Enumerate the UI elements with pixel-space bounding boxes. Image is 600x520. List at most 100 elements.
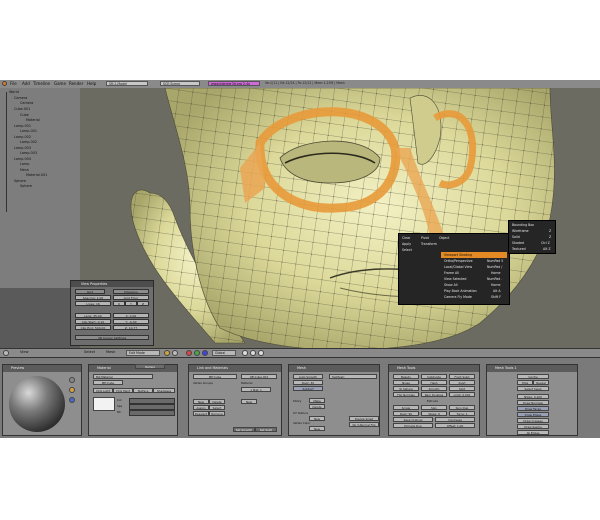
menu-render[interactable]: Render [69, 81, 83, 86]
screen-selector[interactable]: SR:2-Model [106, 81, 148, 86]
outliner-item[interactable]: Camera [20, 101, 33, 105]
menu-item-label[interactable]: Play Back Animation [444, 289, 477, 293]
vcol-paint-toggle[interactable]: VCol Paint [113, 388, 133, 393]
noise-button[interactable]: Noise [393, 380, 419, 385]
axis-x-toggle[interactable]: X [113, 301, 125, 306]
clockwise-toggle[interactable]: Clockwise [435, 417, 475, 422]
mat-new-button[interactable]: New [241, 399, 257, 404]
submenu-item[interactable]: Solid [512, 235, 520, 239]
keep-original-toggle[interactable]: Keep Original [393, 417, 433, 422]
view3d-icon[interactable] [3, 350, 9, 356]
lens-field[interactable]: Lens: 35.00 [75, 313, 111, 318]
outliner-item[interactable]: Sphere [20, 184, 32, 188]
menu-item-label[interactable]: Show All [444, 283, 458, 287]
submenu-item[interactable]: Wireframe [512, 229, 529, 233]
menu-item-label[interactable]: Ortho/Perspective [444, 259, 473, 263]
select-swap-button[interactable]: Select Swap [517, 386, 549, 391]
vg-delete-button[interactable]: Delete [209, 399, 225, 404]
steps-field[interactable]: Steps: 9 [421, 411, 447, 416]
draw-faces-toggle[interactable]: Draw Faces [517, 406, 549, 411]
cursor-y-field[interactable]: Y: -0.40 [113, 319, 149, 324]
orientation-selector[interactable]: Global [212, 350, 236, 356]
sticky-delete-button[interactable]: Delete [309, 404, 325, 409]
menu-transform[interactable]: Transform [421, 242, 437, 246]
limit-field[interactable]: Limit: 0.001 [449, 392, 475, 397]
auto-smooth-toggle[interactable]: Auto Smooth [293, 374, 323, 379]
centre-button[interactable]: Centre [517, 374, 549, 379]
turns-field[interactable]: Turns: 1 [449, 411, 475, 416]
submenu-item[interactable]: Shaded [512, 241, 524, 245]
rem-doubles-button[interactable]: Rem Doubles [421, 392, 447, 397]
object-name-field[interactable]: OB:Cube.001 [241, 374, 277, 379]
spin-button[interactable]: Spin [421, 405, 447, 410]
mir-slider[interactable] [129, 410, 175, 416]
outliner-item[interactable]: Sphere [14, 179, 26, 183]
split-button[interactable]: Split [449, 386, 475, 391]
axis-z-toggle[interactable]: Z [137, 301, 149, 306]
www-link-field[interactable]: www.blender3d.org 2.4x [208, 81, 260, 86]
face-select-icon[interactable] [258, 350, 264, 356]
screw-button[interactable]: Screw [393, 405, 419, 410]
cursor-x-field[interactable]: X: 0.00 [113, 313, 149, 318]
menu-file[interactable]: File [10, 81, 17, 86]
all-edges-toggle[interactable]: All Edges [517, 430, 549, 435]
set-smooth-button[interactable]: Set Smooth [233, 427, 255, 432]
vg-select-button[interactable]: Select [209, 405, 225, 410]
outliner-item[interactable]: Lamp.002 [14, 135, 31, 139]
outliner-item[interactable]: Material.001 [26, 173, 47, 177]
draw-edges-toggle[interactable]: Draw Edges [517, 412, 549, 417]
no-vnormal-flip-toggle[interactable]: No V.Normal Flip [349, 422, 379, 427]
outliner-item[interactable]: Material [26, 118, 40, 122]
menu-view[interactable]: View [20, 350, 29, 354]
menu-select[interactable]: Select [402, 248, 412, 252]
menu-item-label[interactable]: Local/Global View [444, 265, 472, 269]
spacing-field[interactable]: Spacing: 1.00 [75, 295, 111, 300]
menu-select[interactable]: Select [84, 350, 95, 354]
outliner-item[interactable]: Lamp.001 [20, 129, 37, 133]
flip-normals-button[interactable]: Flip Normals [393, 392, 419, 397]
set-solid-button[interactable]: Set Solid [255, 427, 277, 432]
3d-viewport[interactable]: Clear Apply Select Pivot Transform Objec… [80, 88, 600, 348]
material-links-field[interactable]: ME:Cube [93, 380, 123, 385]
clip-start-field[interactable]: Clip Start: 0.10 [75, 319, 111, 324]
fract-subd-button[interactable]: Fract Subd [449, 374, 475, 379]
manipulator-icon[interactable] [186, 350, 192, 356]
outliner-item[interactable]: Lamp.002 [20, 140, 37, 144]
outliner-item[interactable]: Lamp [20, 162, 29, 166]
axis-y-toggle[interactable]: Y [125, 301, 137, 306]
beauty-toggle[interactable]: Beauty [393, 374, 419, 379]
menu-item-label[interactable]: Viewport Shading [444, 253, 472, 257]
spin-dup-button[interactable]: Spin Dup [449, 405, 475, 410]
menu-apply[interactable]: Apply [402, 242, 411, 246]
material-name-field[interactable]: MA:Material [93, 374, 153, 379]
translate-icon[interactable] [194, 350, 200, 356]
vertex-select-icon[interactable] [242, 350, 248, 356]
outliner-item[interactable]: Mesh [20, 168, 29, 172]
draw-normals-toggle[interactable]: Draw Normals [517, 400, 549, 405]
lines-field[interactable]: Lines: 16 [75, 301, 111, 306]
menu-item-label[interactable]: View Selected [444, 277, 466, 281]
preview-type-icon[interactable] [69, 397, 75, 403]
menu-item-label[interactable]: Camera Fly Mode [444, 295, 472, 299]
outliner-item[interactable]: Cube [20, 113, 29, 117]
menu-clear[interactable]: Clear [402, 236, 410, 240]
outliner-item[interactable]: World [9, 90, 19, 94]
submenu-item[interactable]: Bounding Box [512, 223, 534, 227]
shadeless-toggle[interactable]: Shadeless [153, 388, 175, 393]
preview-type-icon[interactable] [69, 387, 75, 393]
to-sphere-button[interactable]: To Sphere [393, 386, 419, 391]
grid-floor-toggle[interactable]: Grid Floor [113, 295, 149, 300]
color-swatch[interactable] [93, 397, 115, 411]
degr-field[interactable]: Degr: 30 [293, 380, 323, 385]
menu-game[interactable]: Game [54, 81, 66, 86]
draw-creases-toggle[interactable]: Draw Creases [517, 418, 549, 423]
menu-add[interactable]: Add [22, 81, 30, 86]
sticky-make-button[interactable]: Make [309, 398, 325, 403]
vg-assign-button[interactable]: Assign [193, 405, 209, 410]
double-sided-toggle[interactable]: Double Sided [349, 416, 379, 421]
menu-mesh[interactable]: Mesh [106, 350, 115, 354]
shading-icon[interactable] [164, 350, 170, 356]
outliner-item[interactable]: Lamp.001 [14, 124, 31, 128]
menu-timeline[interactable]: Timeline [33, 81, 50, 86]
outliner-item[interactable]: Lamp.003 [14, 146, 31, 150]
